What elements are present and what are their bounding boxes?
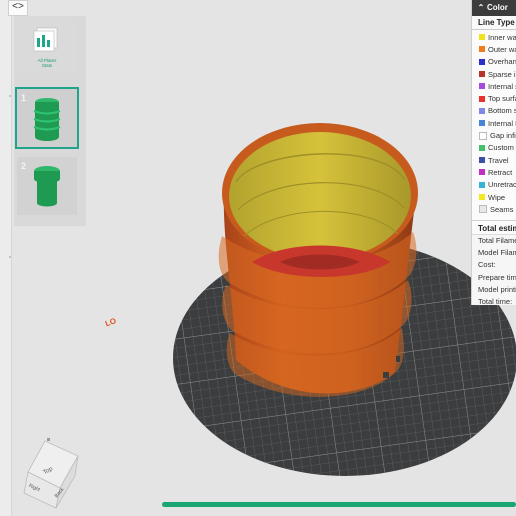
legend-color-swatch (479, 120, 485, 127)
legend-item[interactable]: Custom (472, 142, 516, 154)
stat-row: Cost: (478, 260, 496, 270)
stat-row: Total Filament: (478, 236, 516, 245)
all-plates-stats-icon (33, 27, 58, 52)
sliced-model[interactable] (218, 123, 418, 397)
legend-label: Custom (488, 143, 514, 153)
legend-label: Inner wall (488, 32, 516, 42)
legend-color-swatch (479, 144, 485, 151)
legend-color-swatch (479, 95, 485, 102)
legend-color-swatch (479, 181, 485, 188)
legend-color-swatch (479, 157, 485, 164)
legend-label: Unretract (488, 180, 516, 190)
view-cube[interactable]: Top Right Back (23, 438, 79, 509)
stat-row: Total time: (478, 296, 513, 306)
legend-color-swatch (479, 83, 485, 90)
all-plates-stats-label: All Plates Stats (17, 58, 77, 68)
legend-item[interactable]: Seams (472, 203, 516, 215)
legend-item[interactable]: Wipe (472, 191, 516, 203)
total-estimation-header: Total estimation (478, 224, 516, 233)
legend-label: Seams (490, 204, 514, 214)
stat-row: Model Filament: (478, 248, 516, 258)
color-scheme-panel: ⌃Color Line Type Inner wall Outer wall Ove… (471, 0, 516, 306)
legend-label: Wipe (488, 192, 506, 202)
legend-item[interactable]: Gap infill (472, 129, 516, 141)
color-panel-title: Color (487, 3, 508, 12)
legend-item[interactable]: Bottom surface (472, 105, 516, 117)
legend-item[interactable]: Inner wall (472, 31, 516, 43)
legend-label: Sparse infill (488, 69, 516, 79)
left-ruler-ticks (9, 95, 11, 258)
legend-color-swatch (479, 169, 485, 176)
stat-row: Prepare time: (478, 272, 516, 282)
plate-thumbnail-1[interactable]: 1 (15, 87, 79, 149)
divider (472, 220, 516, 221)
legend-color-swatch (479, 46, 485, 53)
legend-item[interactable]: Sparse infill (472, 68, 516, 80)
legend-label: Top surface (488, 94, 516, 104)
color-panel-header[interactable]: ⌃ Color (472, 0, 516, 16)
legend-label: Retract (488, 167, 513, 177)
legend-label: Internal solid infill (488, 81, 516, 91)
all-plates-stats-thumbnail[interactable]: All Plates Stats (17, 18, 77, 72)
slice-progress-fill (162, 502, 516, 507)
chevron-up-icon[interactable]: ⌃ (475, 0, 487, 16)
legend-item[interactable]: Overhang wall (472, 56, 516, 68)
legend-item[interactable]: Retract (472, 166, 516, 178)
stat-row: Model printing time: (478, 284, 516, 294)
legend-color-swatch (479, 34, 485, 41)
legend-label: Gap infill (490, 131, 516, 141)
legend-label: Bottom surface (488, 106, 516, 116)
legend-item[interactable]: Outer wall (472, 43, 516, 55)
plate-thumbnail-2[interactable]: 2 (17, 157, 77, 215)
legend-label: Overhang wall (488, 57, 516, 67)
legend-color-swatch (479, 107, 485, 114)
legend-color-swatch (479, 58, 485, 65)
legend-label: Outer wall (488, 44, 516, 54)
line-type-legend: Inner wall Outer wall Overhang wall Sparse … (472, 31, 516, 215)
legend-item[interactable]: Internal solid infill (472, 80, 516, 92)
estimation-stats: Total Filament: Model Filament: Cost: Prepa… (472, 234, 516, 306)
plate-number: 2 (21, 161, 27, 171)
plate-number: 1 (21, 93, 27, 103)
legend-color-swatch (479, 131, 487, 140)
all-plates-stats-text: All Plates Stats (37, 58, 57, 68)
legend-item[interactable]: Top surface (472, 92, 516, 104)
legend-label: Travel (488, 155, 509, 165)
plate-orientation-label: LO (104, 316, 118, 328)
slice-progress-bar (162, 502, 516, 507)
legend-color-swatch (479, 205, 487, 214)
legend-color-swatch (479, 71, 485, 78)
legend-item[interactable]: Unretract (472, 179, 516, 191)
legend-color-swatch (479, 194, 485, 200)
legend-item[interactable]: Internal Bridge (472, 117, 516, 129)
legend-item[interactable]: Travel (472, 154, 516, 166)
legend-label: Internal Bridge (488, 118, 516, 128)
line-type-header[interactable]: Line Type (472, 16, 516, 30)
